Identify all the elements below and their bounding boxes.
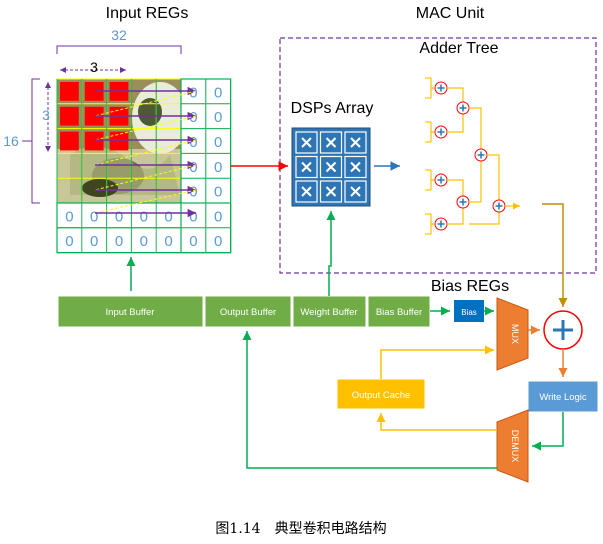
write-logic: Write Logic [527,380,599,413]
kernel-cell [84,131,104,151]
mux-label: MUX [510,324,520,344]
adder-node [456,101,470,115]
input-regs-title: Input REGs [106,5,189,22]
adder-node [434,217,448,231]
zero-cell: 0 [90,233,98,250]
zero-cell: 0 [90,208,98,225]
height-bracket [22,78,40,204]
zero-cell: 0 [214,208,222,225]
zero-cell: 0 [214,84,222,101]
zero-cell: 0 [189,84,197,101]
final-adder [543,310,583,350]
zero-cell: 0 [214,109,222,126]
input-buffer-label: Input Buffer [106,307,155,318]
adder-node [474,148,488,162]
zero-cell: 0 [214,184,222,201]
mac-unit-title: MAC Unit [416,5,485,22]
weight-buffer-label: Weight Buffer [300,307,357,318]
width-label: 32 [111,27,127,43]
adder-node [434,125,448,139]
zero-cell: 0 [115,208,123,225]
figure-caption: 图1.14 典型卷积电路结构 [215,521,386,537]
zero-cell: 0 [214,134,222,151]
zero-cell: 0 [140,233,148,250]
demux-label: DEMUX [510,430,520,463]
output-cache: Output Cache [336,378,426,410]
dsp-cell [295,155,318,179]
zero-cell: 0 [65,233,73,250]
zero-cell: 0 [65,208,73,225]
adder-tree-title: Adder Tree [419,40,498,57]
weight-buffer: Weight Buffer [292,295,367,328]
width-bracket [56,45,182,54]
zero-cell: 0 [189,184,197,201]
kernel-width-label: 3 [90,59,98,75]
zero-cell: 0 [214,233,222,250]
output-cache-label: Output Cache [352,390,411,401]
dsp-cell [295,180,318,203]
input-buffer: Input Buffer [57,295,204,328]
kernel-cell [109,131,129,151]
dsp-cell [319,155,343,179]
height-label: 16 [3,133,19,149]
kernel-cell [60,106,79,126]
demux: DEMUX [496,409,529,483]
bias-register-label: Bias [461,308,477,317]
zero-cell: 0 [164,208,172,225]
dsp-cell [344,155,367,179]
bias-buffer-label: Bias Buffer [376,307,422,318]
kernel-height-label: 3 [42,107,50,123]
dsps-array-title: DSPs Array [291,100,374,117]
output-buffer: Output Buffer [204,295,292,328]
bias-regs-title: Bias REGs [431,278,509,295]
dsp-cell [344,180,367,203]
zero-cell: 0 [140,208,148,225]
kernel-cell [60,131,79,151]
convolution-circuit-diagram: Input REGs MAC Unit 32 3 3 16 0 00 00 00 00 0… [3,5,599,537]
mux: MUX [496,297,529,371]
bias-register: Bias [454,300,484,322]
dsp-cell [295,131,318,154]
dsps-array [291,127,371,207]
zero-cell: 0 [164,233,172,250]
kernel-cell [60,82,79,101]
zero-cell: 0 [189,159,197,176]
zero-cell: 0 [189,134,197,151]
dsp-cell [319,180,343,203]
adder-node [492,199,506,213]
adder-node [456,195,470,209]
zero-cell: 0 [214,159,222,176]
write-logic-label: Write Logic [539,392,587,403]
adder-tree [425,77,520,235]
dsp-cell [319,131,343,154]
zero-cell: 0 [189,233,197,250]
bias-buffer: Bias Buffer [367,295,431,328]
zero-cell: 0 [189,208,197,225]
zero-cell: 0 [115,233,123,250]
dsp-cell [344,131,367,154]
adder-node [434,81,448,95]
output-buffer-label: Output Buffer [220,307,276,318]
adder-node [434,173,448,187]
